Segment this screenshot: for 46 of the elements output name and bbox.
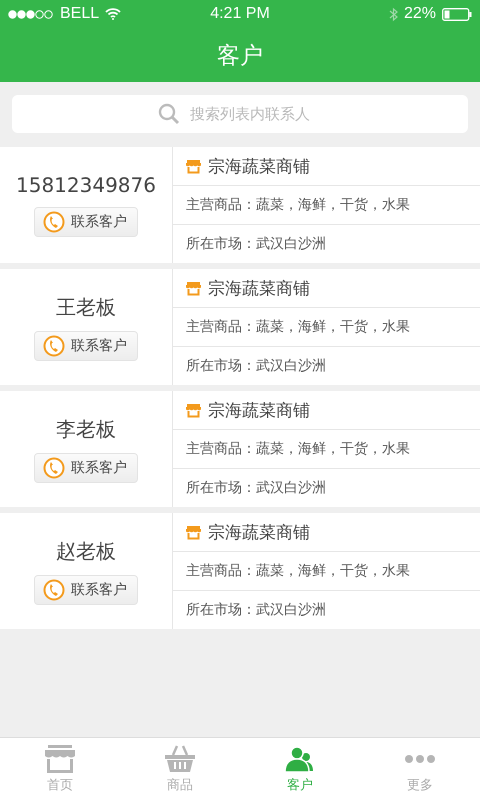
store-icon	[186, 280, 201, 296]
main-goods: 主营商品：蔬菜，海鲜，干货，水果	[186, 440, 410, 458]
contact-button[interactable]: 联系客户	[34, 330, 138, 360]
carrier-name: BELL	[60, 5, 100, 23]
market-location: 所在市场：武汉白沙洲	[186, 235, 326, 253]
people-icon	[284, 744, 316, 772]
customer-card[interactable]: 王老板 联系客户 宗海蔬菜商铺 主营商品：蔬菜，海鲜，干货，水果 所在市场：武汉白沙洲	[0, 269, 480, 385]
search-field[interactable]: 搜索列表内联系人	[188, 104, 322, 124]
contact-button[interactable]: 联系客户	[34, 574, 138, 604]
customer-name: 15812349876	[16, 173, 156, 197]
signal-icon	[8, 10, 54, 18]
phone-icon	[43, 456, 65, 478]
store-icon	[186, 158, 201, 174]
customer-name: 李老板	[56, 416, 116, 442]
battery-icon	[442, 8, 472, 20]
basket-icon	[165, 744, 195, 772]
shop-name: 宗海蔬菜商铺	[208, 522, 310, 544]
bluetooth-icon	[388, 6, 398, 22]
phone-icon	[43, 578, 65, 600]
more-icon	[404, 754, 436, 762]
contact-button[interactable]: 联系客户	[34, 207, 138, 237]
main-goods: 主营商品：蔬菜，海鲜，干货，水果	[186, 562, 410, 580]
contact-button[interactable]: 联系客户	[34, 452, 138, 482]
wifi-icon	[105, 8, 122, 20]
shop-name: 宗海蔬菜商铺	[208, 278, 310, 300]
market-location: 所在市场：武汉白沙洲	[186, 357, 326, 375]
customer-name: 王老板	[56, 294, 116, 320]
main-goods: 主营商品：蔬菜，海鲜，干货，水果	[186, 318, 410, 336]
phone-icon	[43, 334, 65, 356]
battery-percent: 22%	[404, 5, 436, 23]
market-location: 所在市场：武汉白沙洲	[186, 601, 326, 619]
customer-card[interactable]: 15812349876 联系客户 宗海蔬菜商铺 主营商品：蔬菜，海鲜，干货，水果 所在市场：武汉白沙洲	[0, 147, 480, 263]
store-icon	[186, 402, 201, 418]
page-title: 客户	[217, 42, 263, 70]
shop-name: 宗海蔬菜商铺	[208, 400, 310, 422]
store-icon	[45, 744, 75, 772]
customer-name: 赵老板	[56, 538, 116, 564]
customer-card[interactable]: 李老板 联系客户 宗海蔬菜商铺 主营商品：蔬菜，海鲜，干货，水果 所在市场：武汉白沙洲	[0, 391, 480, 507]
main-goods: 主营商品：蔬菜，海鲜，干货，水果	[186, 196, 410, 214]
customer-card[interactable]: 赵老板 联系客户 宗海蔬菜商铺 主营商品：蔬菜，海鲜，干货，水果 所在市场：武汉白沙洲	[0, 513, 480, 629]
store-icon	[186, 524, 201, 540]
phone-icon	[43, 211, 65, 233]
market-location: 所在市场：武汉白沙洲	[186, 479, 326, 497]
status-time: 4:21 PM	[210, 5, 270, 23]
shop-name: 宗海蔬菜商铺	[208, 156, 310, 178]
search-icon	[158, 103, 180, 125]
